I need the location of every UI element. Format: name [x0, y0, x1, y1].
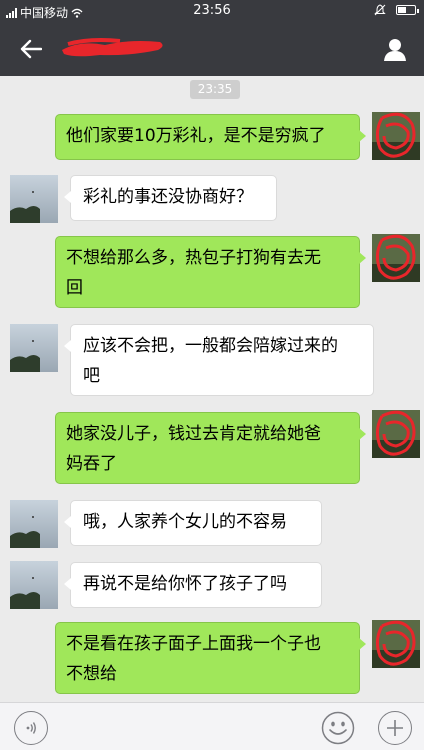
- message-text-line: 吧: [83, 366, 100, 386]
- status-bar: 中国移动 23:56: [0, 0, 424, 22]
- contact-avatar[interactable]: [10, 175, 58, 223]
- battery-icon: [396, 5, 419, 15]
- avatar-photo-redacted: [372, 620, 420, 668]
- plus-icon: [387, 720, 403, 736]
- status-time: 23:56: [193, 3, 231, 18]
- sent-message[interactable]: 不想给那么多，热包子打狗有去无 回: [55, 236, 366, 308]
- sent-message[interactable]: 他们家要10万彩礼，是不是穷疯了: [55, 114, 366, 160]
- sky-avatar-image: [10, 175, 58, 223]
- received-message[interactable]: 哦，人家养个女儿的不容易: [64, 500, 322, 546]
- message-text-line: 回: [66, 278, 83, 298]
- back-button[interactable]: [16, 34, 46, 64]
- chat-title-redaction: [62, 38, 163, 57]
- chat-header: [0, 22, 424, 76]
- sky-avatar-image: [10, 561, 58, 609]
- received-message[interactable]: 再说不是给你怀了孩子了吗: [64, 562, 322, 608]
- received-message[interactable]: 彩礼的事还没协商好？: [64, 175, 277, 221]
- message-text-line: 不是看在孩子面子上面我一个子也: [66, 634, 321, 654]
- chat-info-button[interactable]: [380, 34, 410, 64]
- sent-message[interactable]: 她家没儿子，钱过去肯定就给她爸 妈吞了: [55, 412, 366, 484]
- voice-icon: [26, 722, 36, 734]
- message-text-line: 妈吞了: [66, 454, 117, 474]
- smiley-icon[interactable]: [321, 711, 355, 745]
- message-text: 哦，人家养个女儿的不容易: [83, 512, 287, 532]
- received-message[interactable]: 应该不会把，一般都会陪嫁过来的 吧: [64, 324, 374, 396]
- voice-toggle-button[interactable]: [14, 711, 48, 745]
- message-text: 彩礼的事还没协商好？: [83, 187, 253, 207]
- sky-avatar-image: [10, 500, 58, 548]
- contact-avatar[interactable]: [10, 500, 58, 548]
- person-icon: [384, 39, 406, 61]
- arrow-left-icon: [20, 39, 42, 59]
- sent-message[interactable]: 不是看在孩子面子上面我一个子也 不想给: [55, 622, 366, 694]
- mute-icon: [374, 4, 386, 16]
- self-avatar[interactable]: [372, 112, 420, 160]
- message-text-line: 她家没儿子，钱过去肯定就给她爸: [66, 424, 321, 444]
- contact-avatar[interactable]: [10, 324, 58, 372]
- message-text: 再说不是给你怀了孩子了吗: [83, 574, 287, 594]
- self-avatar[interactable]: [372, 234, 420, 282]
- message-text-line: 不想给那么多，热包子打狗有去无: [66, 248, 321, 268]
- avatar-photo-redacted: [372, 410, 420, 458]
- self-avatar[interactable]: [372, 620, 420, 668]
- message-text-line: 应该不会把，一般都会陪嫁过来的: [83, 336, 338, 356]
- contact-avatar[interactable]: [10, 561, 58, 609]
- message-text-line: 不想给: [66, 664, 117, 684]
- avatar-photo-redacted: [372, 234, 420, 282]
- message-text: 他们家要10万彩礼，是不是穷疯了: [66, 126, 326, 146]
- more-actions-button[interactable]: [378, 711, 412, 745]
- avatar-photo-redacted: [372, 112, 420, 160]
- sky-avatar-image: [10, 324, 58, 372]
- self-avatar[interactable]: [372, 410, 420, 458]
- message-timestamp: 23:35: [190, 80, 240, 99]
- chat-input-bar: [0, 702, 424, 750]
